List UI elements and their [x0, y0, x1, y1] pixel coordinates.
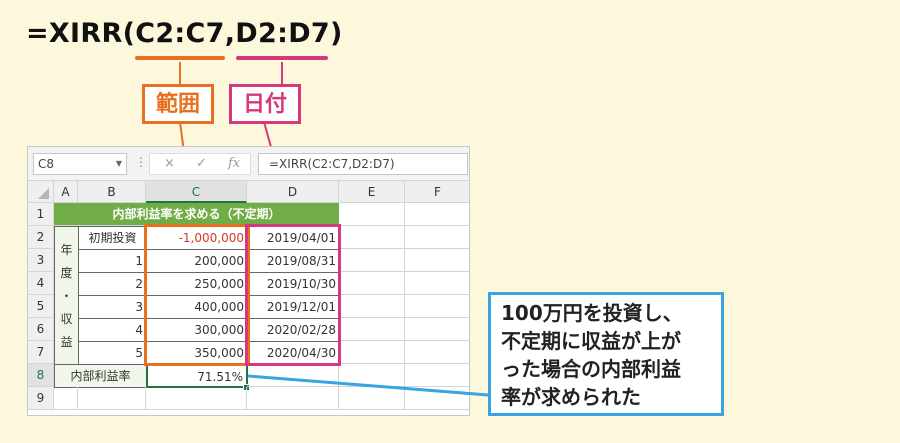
- enter-icon[interactable]: ✓: [196, 154, 207, 174]
- note-line: った場合の内部利益: [501, 357, 681, 381]
- table-title[interactable]: 内部利益率を求める（不定期）: [54, 203, 339, 226]
- side-label-char: ・: [60, 289, 73, 303]
- column-header-a[interactable]: A: [54, 181, 78, 203]
- more-vertical-icon: ⋮: [135, 155, 147, 169]
- formula-arg-dates: D2:D7: [235, 18, 330, 49]
- cell-e1[interactable]: [339, 203, 405, 226]
- side-label-char: 益: [60, 335, 73, 349]
- column-header-e[interactable]: E: [339, 181, 405, 203]
- cell-d8[interactable]: [247, 364, 339, 387]
- formula-input[interactable]: =XIRR(C2:C7,D2:D7): [258, 153, 468, 175]
- note-line: 100万円を投資し、: [501, 301, 683, 325]
- result-value[interactable]: 71.51%: [146, 364, 248, 388]
- cancel-icon[interactable]: ×: [164, 154, 175, 174]
- row-header-4[interactable]: 4: [28, 272, 54, 295]
- row-header-6[interactable]: 6: [28, 318, 54, 341]
- select-all-icon: [38, 188, 49, 199]
- column-header-c[interactable]: C: [146, 181, 247, 203]
- cell-b2[interactable]: 初期投資: [78, 226, 147, 250]
- column-header-b[interactable]: B: [78, 181, 146, 203]
- column-header-f[interactable]: F: [405, 181, 469, 203]
- chevron-down-icon[interactable]: ▼: [116, 154, 122, 174]
- range-underline: [135, 56, 225, 60]
- date-underline: [236, 56, 328, 60]
- date-callout: 日付: [229, 84, 301, 124]
- column-header-d[interactable]: D: [247, 181, 339, 203]
- date-highlight: [245, 224, 341, 366]
- formula-suffix: ): [330, 18, 343, 49]
- row-header-8[interactable]: 8: [28, 364, 54, 387]
- formula-icons: × ✓ fx: [149, 153, 251, 175]
- formula-comma: ,: [224, 18, 236, 49]
- formula-prefix: =XIRR(: [26, 18, 136, 49]
- range-callout: 範囲: [142, 84, 214, 124]
- formula-arg-range: C2:C7: [135, 18, 225, 49]
- side-label-char: 年: [60, 243, 73, 257]
- row-header-9[interactable]: 9: [28, 387, 54, 410]
- formula-title: =XIRR(C2:C7,D2:D7): [26, 18, 343, 49]
- empty-cells-f[interactable]: [405, 226, 469, 410]
- cell-b4[interactable]: 2: [78, 272, 147, 296]
- empty-cells-e[interactable]: [339, 226, 405, 410]
- side-label-char: 収: [60, 312, 73, 326]
- formula-bar: C8 ▼ ⋮ × ✓ fx =XIRR(C2:C7,D2:D7): [28, 147, 469, 181]
- cell-f1[interactable]: [405, 203, 469, 226]
- note-line: 不定期に収益が上が: [501, 329, 681, 353]
- note-line: 率が求められた: [501, 385, 641, 409]
- explanation-note: 100万円を投資し、 不定期に収益が上が った場合の内部利益 率が求められた: [488, 292, 724, 416]
- cell-b5[interactable]: 3: [78, 295, 147, 319]
- cell-a9[interactable]: [54, 387, 78, 410]
- insert-function-icon[interactable]: fx: [228, 154, 240, 174]
- range-highlight: [144, 224, 250, 366]
- side-label-char: 度: [60, 266, 73, 280]
- row-header-5[interactable]: 5: [28, 295, 54, 318]
- side-label[interactable]: 年 度 ・ 収 益: [54, 226, 79, 365]
- row-header-1[interactable]: 1: [28, 203, 54, 226]
- name-box-value: C8: [38, 157, 55, 171]
- row-header-2[interactable]: 2: [28, 226, 54, 249]
- cell-b3[interactable]: 1: [78, 249, 147, 273]
- row-header-3[interactable]: 3: [28, 249, 54, 272]
- cell-c9[interactable]: [146, 387, 247, 410]
- cell-b9[interactable]: [78, 387, 146, 410]
- select-all-corner[interactable]: [28, 181, 54, 203]
- cell-b6[interactable]: 4: [78, 318, 147, 342]
- result-label[interactable]: 内部利益率: [54, 364, 147, 388]
- row-header-7[interactable]: 7: [28, 341, 54, 364]
- cell-b7[interactable]: 5: [78, 341, 147, 365]
- name-box[interactable]: C8 ▼: [33, 153, 127, 175]
- cell-d9[interactable]: [247, 387, 339, 410]
- spreadsheet: C8 ▼ ⋮ × ✓ fx =XIRR(C2:C7,D2:D7) A B C D…: [27, 146, 470, 416]
